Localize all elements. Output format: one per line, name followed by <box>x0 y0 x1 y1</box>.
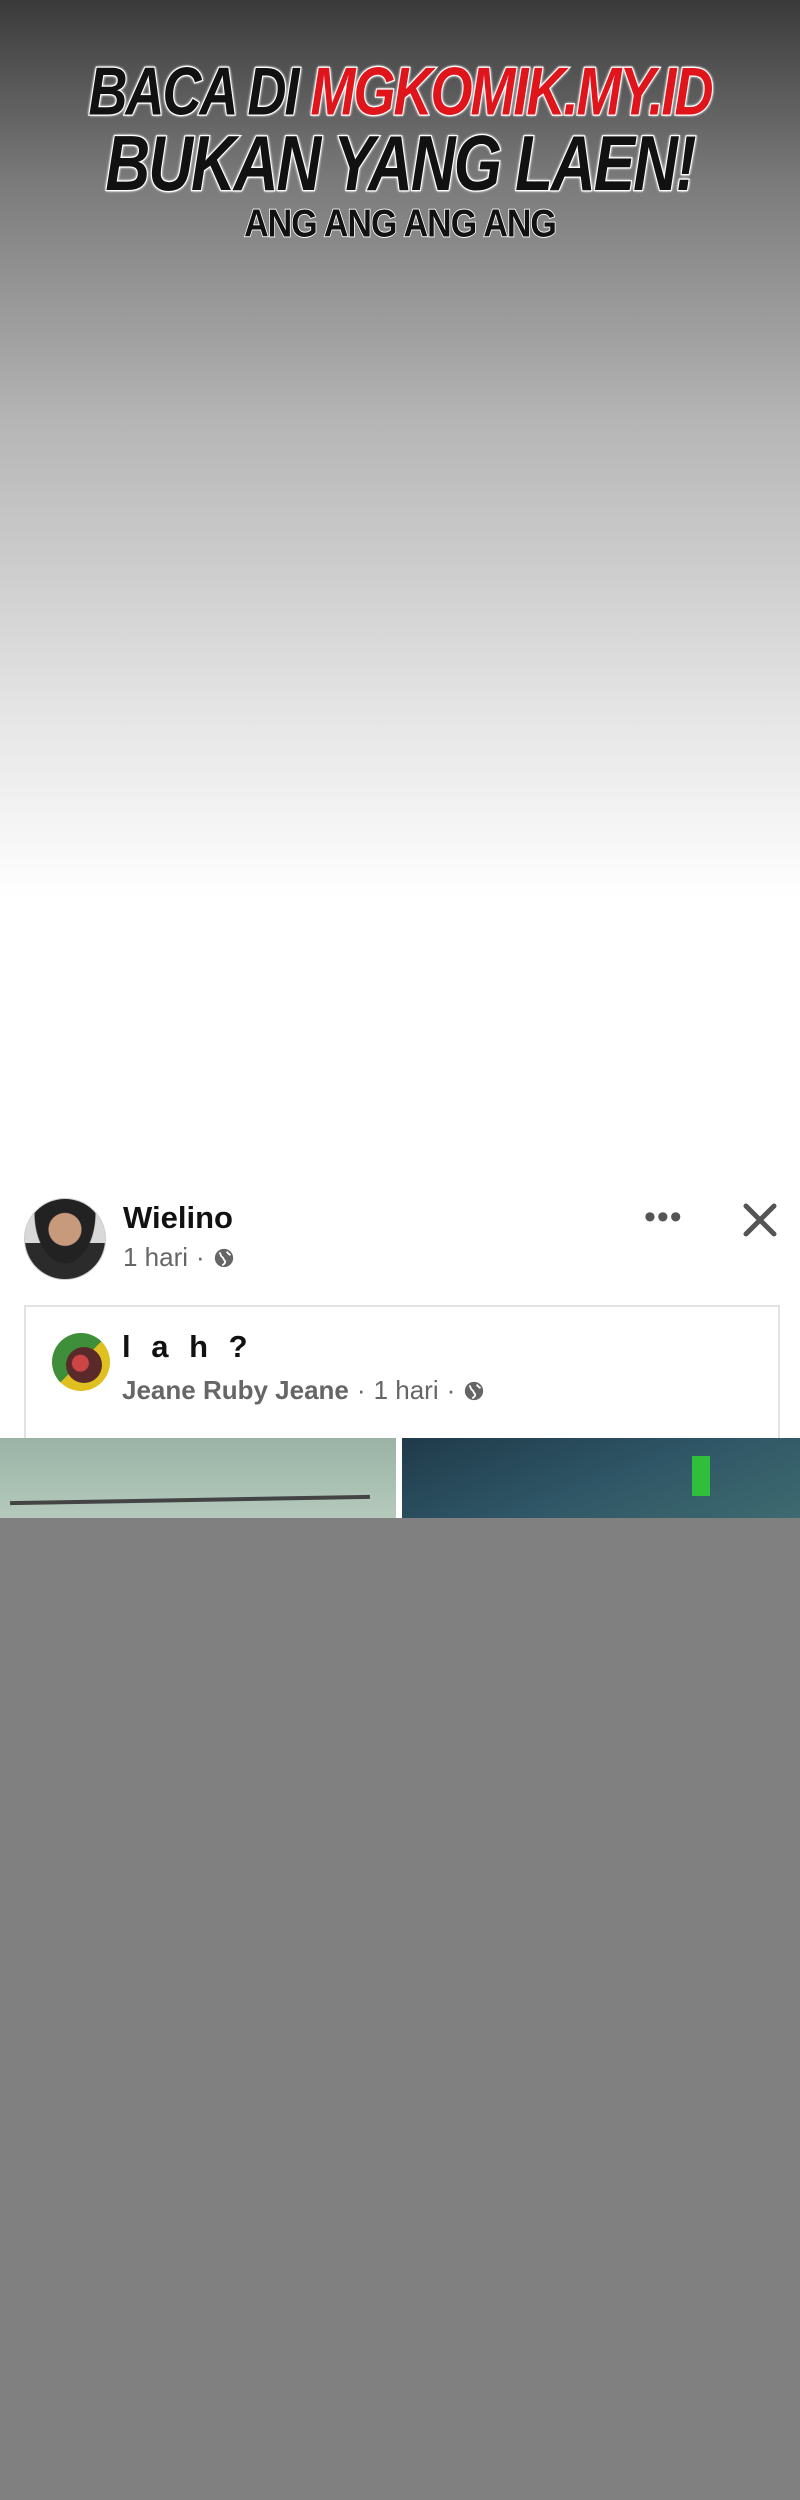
loading-placeholder <box>0 1518 800 2500</box>
shared-author-name[interactable]: Jeane Ruby Jeane <box>122 1375 349 1406</box>
banner-line-3: ANG ANG ANG ANG <box>243 201 557 246</box>
author-name[interactable]: Wielino <box>123 1200 233 1236</box>
shared-post-title: l a h ? <box>122 1329 254 1364</box>
banner-line-1: BACA DI MGKOMIK.MY.ID <box>0 53 800 131</box>
post-meta: 1 hari · <box>123 1242 235 1273</box>
shared-photo-1[interactable] <box>0 1438 396 1518</box>
banner-site: MGKOMIK.MY.ID <box>309 53 714 131</box>
banner-prefix: BACA DI <box>87 53 311 131</box>
meta-separator: · <box>356 1375 366 1405</box>
globe-icon <box>214 1248 233 1267</box>
author-avatar[interactable] <box>24 1198 106 1280</box>
shared-post-meta: Jeane Ruby Jeane · 1 hari · <box>122 1375 485 1406</box>
more-icon[interactable]: ••• <box>644 1200 683 1234</box>
watermark-banner: BACA DI MGKOMIK.MY.ID BUKAN YANG LAEN! A… <box>0 53 800 246</box>
globe-icon <box>465 1381 484 1400</box>
shared-post-time[interactable]: 1 hari <box>374 1375 439 1406</box>
banner-line-2: BUKAN YANG LAEN! <box>104 120 697 209</box>
meta-separator: · <box>446 1375 456 1405</box>
shared-author-avatar[interactable] <box>52 1333 110 1391</box>
meta-separator: · <box>196 1242 205 1272</box>
shared-photo-2[interactable] <box>402 1438 800 1518</box>
close-icon[interactable] <box>738 1198 782 1242</box>
shared-photos <box>0 1438 800 1518</box>
post-time[interactable]: 1 hari <box>123 1242 188 1273</box>
